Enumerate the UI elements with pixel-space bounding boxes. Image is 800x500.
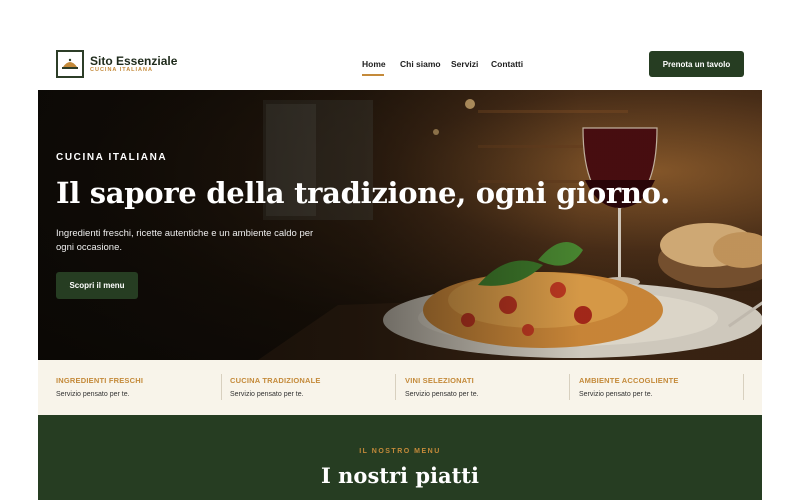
feature-title: AMBIENTE ACCOGLIENTE xyxy=(579,376,679,385)
brand-tagline: CUCINA ITALIANA xyxy=(90,67,153,73)
nav-item-contatti[interactable]: Contatti xyxy=(491,59,523,69)
hero-banner: CUCINA ITALIANA Il sapore della tradizio… xyxy=(38,90,762,360)
nav-item-home[interactable]: Home xyxy=(362,59,386,69)
feature-item: AMBIENTE ACCOGLIENTE Servizio pensato pe… xyxy=(579,376,739,398)
feature-title: INGREDIENTI FRESCHI xyxy=(56,376,144,385)
feature-desc: Servizio pensato per te. xyxy=(579,391,653,398)
book-table-button[interactable]: Prenota un tavolo xyxy=(649,51,744,77)
feature-desc: Servizio pensato per te. xyxy=(56,391,130,398)
feature-divider xyxy=(395,374,396,400)
menu-title: I nostri piatti xyxy=(321,463,479,488)
feature-item: VINI SELEZIONATI Servizio pensato per te… xyxy=(405,376,565,398)
menu-section: IL NOSTRO MENU I nostri piatti xyxy=(38,415,762,500)
feature-desc: Servizio pensato per te. xyxy=(405,391,479,398)
nav-item-chi-siamo[interactable]: Chi siamo xyxy=(400,59,441,69)
hero-overlay xyxy=(38,90,762,360)
feature-divider xyxy=(743,374,744,400)
discover-menu-button[interactable]: Scopri il menu xyxy=(56,272,138,299)
feature-title: CUCINA TRADIZIONALE xyxy=(230,376,321,385)
nav-active-indicator xyxy=(362,74,384,76)
dish-cloche-icon xyxy=(62,58,78,69)
nav-item-servizi[interactable]: Servizi xyxy=(451,59,478,69)
features-strip: INGREDIENTI FRESCHI Servizio pensato per… xyxy=(38,360,762,415)
feature-title: VINI SELEZIONATI xyxy=(405,376,474,385)
hero-title: Il sapore della tradizione, ogni giorno. xyxy=(56,176,670,210)
feature-divider xyxy=(569,374,570,400)
feature-desc: Servizio pensato per te. xyxy=(230,391,304,398)
site-header: Sito Essenziale CUCINA ITALIANA Home Chi… xyxy=(0,0,800,90)
feature-divider xyxy=(221,374,222,400)
hero-subtitle: Ingredienti freschi, ricette autentiche … xyxy=(56,228,314,253)
feature-item: INGREDIENTI FRESCHI Servizio pensato per… xyxy=(56,376,216,398)
brand-name[interactable]: Sito Essenziale xyxy=(90,54,177,68)
logo[interactable] xyxy=(56,50,84,78)
hero-kicker: CUCINA ITALIANA xyxy=(56,152,168,163)
menu-kicker: IL NOSTRO MENU xyxy=(359,448,441,455)
feature-item: CUCINA TRADIZIONALE Servizio pensato per… xyxy=(230,376,390,398)
